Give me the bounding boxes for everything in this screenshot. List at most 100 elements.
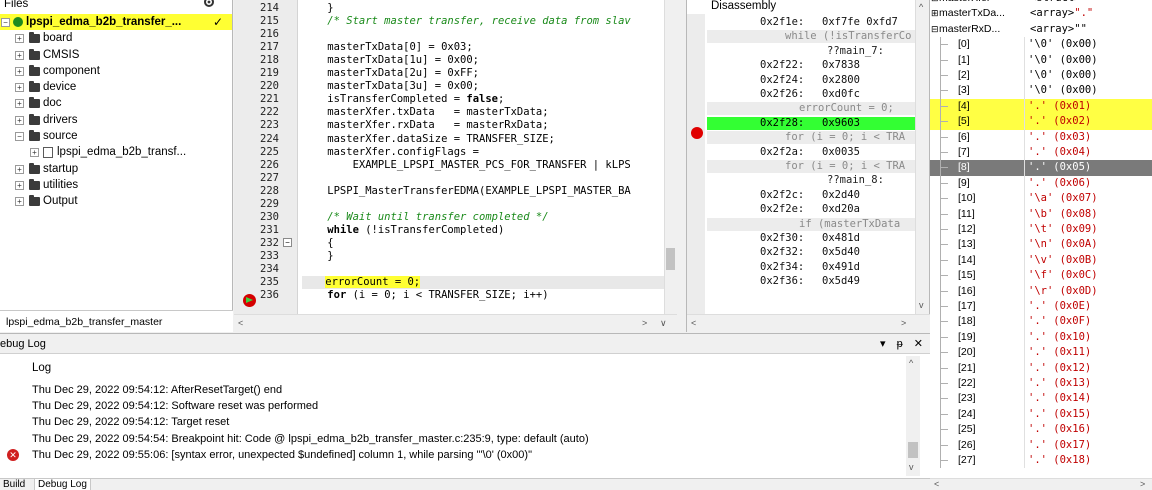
breakpoint-icon[interactable] xyxy=(691,127,703,139)
watch-array-element[interactable]: [13] '\n' (0x0A) xyxy=(930,237,1152,253)
expand-icon[interactable]: + xyxy=(15,115,24,125)
code-line[interactable]: masterXfer.dataSize = TRANSFER_SIZE; xyxy=(302,133,555,146)
code-line[interactable]: masterTxData[0] = 0x03; xyxy=(302,41,472,54)
tree-item-project[interactable]: − lpspi_edma_b2b_transfer_... ✓ xyxy=(0,14,232,31)
scroll-right-icon[interactable]: > xyxy=(642,318,647,328)
disassembly-row[interactable]: 0x2f26: 0xd0fc xyxy=(707,88,915,101)
watch-array-element[interactable]: [24] '.' (0x15) xyxy=(930,406,1152,423)
code-line[interactable]: masterTxData[2u] = 0xFF; xyxy=(302,67,479,80)
expand-icon[interactable]: + xyxy=(15,180,24,190)
disassembly-row[interactable]: 0x2f2a: 0x0035 xyxy=(707,146,915,159)
code-line[interactable]: } xyxy=(302,2,333,15)
code-line[interactable]: { xyxy=(302,237,333,250)
code-line[interactable]: masterXfer.configFlags = xyxy=(302,146,479,159)
code-line[interactable]: masterXfer.txData = masterTxData; xyxy=(302,106,548,119)
tree-item-source-file[interactable]: + lpspi_edma_b2b_transf... xyxy=(0,144,232,160)
scroll-left-icon[interactable]: < xyxy=(691,318,696,328)
watch-horizontal-scrollbar[interactable]: < > xyxy=(930,478,1152,490)
watch-array-element[interactable]: [11] '\b' (0x08) xyxy=(930,206,1152,222)
line-number-gutter[interactable]: 214 215 216 217 218 219 220 221 222 223 224 225 226 2… xyxy=(234,0,298,314)
scroll-up-icon[interactable]: ^ xyxy=(909,358,913,368)
watch-array-element[interactable]: [2] '\0' (0x00) xyxy=(930,68,1152,84)
tree-item-startup[interactable]: + startup xyxy=(0,161,232,177)
watch-array-element[interactable]: [22] '.' (0x13) xyxy=(930,376,1152,392)
code-line[interactable]: } xyxy=(302,250,333,263)
disassembly-row[interactable]: 0x2f34: 0x491d xyxy=(707,261,915,274)
disassembly-horizontal-scrollbar[interactable]: < > xyxy=(687,314,931,332)
scroll-down-icon[interactable]: v xyxy=(909,462,914,472)
tree-item-doc[interactable]: + doc xyxy=(0,95,232,111)
disassembly-row[interactable]: 0x2f30: 0x481d xyxy=(707,232,915,245)
watch-array-element[interactable]: [20] '.' (0x11) xyxy=(930,345,1152,361)
tree-item-utilities[interactable]: + utilities xyxy=(0,177,232,193)
code-line[interactable]: /* Wait until transfer completed */ xyxy=(302,211,548,224)
code-line[interactable]: /* Start master transfer, receive data f… xyxy=(302,15,630,28)
watch-array-element[interactable]: [26] '.' (0x17) xyxy=(930,437,1152,453)
editor-scroll-thumb[interactable] xyxy=(666,248,675,270)
expand-icon[interactable]: + xyxy=(15,197,24,207)
watch-array-element[interactable]: [7] '.' (0x04) xyxy=(930,145,1152,161)
code-line[interactable]: LPSPI_MasterTransferEDMA(EXAMPLE_LPSPI_M… xyxy=(302,185,630,198)
code-area[interactable]: } /* Start master transfer, receive data… xyxy=(302,0,664,314)
expand-icon[interactable]: + xyxy=(15,83,24,93)
watch-array-element[interactable]: [19] '.' (0x10) xyxy=(930,329,1152,346)
expand-icon[interactable]: + xyxy=(30,148,39,158)
pane-window-buttons[interactable]: ▾ ᵽ ✕ xyxy=(880,337,927,350)
disassembly-vertical-scrollbar[interactable]: ^ v xyxy=(915,0,929,314)
expand-icon[interactable]: ⊞ xyxy=(931,6,939,21)
disassembly-row[interactable]: for (i = 0; i < TRA xyxy=(707,160,915,173)
scroll-up-icon[interactable]: ^ xyxy=(919,2,923,12)
watch-array-element[interactable]: [25] '.' (0x16) xyxy=(930,422,1152,438)
scroll-left-icon[interactable]: < xyxy=(934,479,939,489)
scroll-right-icon[interactable]: > xyxy=(901,318,906,328)
code-editor[interactable]: 214 215 216 217 218 219 220 221 222 223 224 225 226 2… xyxy=(234,0,677,332)
watch-array-element[interactable]: [8] '.' (0x05) xyxy=(930,160,1152,176)
tree-item-source[interactable]: − source xyxy=(0,128,232,144)
watch-variable[interactable]: ⊟ masterRxD... <array>"" xyxy=(930,22,1152,37)
expand-icon[interactable]: + xyxy=(15,34,24,44)
code-line[interactable]: masterTxData[1u] = 0x00; xyxy=(302,54,479,67)
disassembly-row[interactable]: 0x2f22: 0x7838 xyxy=(707,59,915,72)
code-line[interactable]: isTransferCompleted = false; xyxy=(302,93,504,106)
watch-array-element[interactable]: [9] '.' (0x06) xyxy=(930,175,1152,192)
fold-toggle-icon[interactable]: − xyxy=(283,237,292,247)
tab-debug-log[interactable]: Debug Log xyxy=(34,479,91,490)
watch-array-element[interactable]: [18] '.' (0x0F) xyxy=(930,314,1152,330)
collapse-icon[interactable]: − xyxy=(1,18,10,27)
disassembly-row[interactable]: for (i = 0; i < TRA xyxy=(707,131,915,145)
disassembly-row[interactable]: 0x2f24: 0x2800 xyxy=(707,74,915,87)
watch-array-element[interactable]: [4] '.' (0x01) xyxy=(930,98,1152,115)
tree-item-output[interactable]: + Output xyxy=(0,193,232,209)
disassembly-row[interactable]: 0x2f32: 0x5d40 xyxy=(707,246,915,259)
disassembly-gutter[interactable] xyxy=(687,14,705,314)
expand-icon[interactable]: ⊞ xyxy=(931,0,939,6)
tree-item-board[interactable]: + board xyxy=(0,30,232,46)
log-scroll-thumb[interactable] xyxy=(908,442,918,458)
disassembly-row[interactable]: 0x2f2c: 0x2d40 xyxy=(707,189,915,202)
workspace-tab[interactable]: lpspi_edma_b2b_transfer_master xyxy=(0,310,233,332)
expand-icon[interactable]: + xyxy=(15,99,24,109)
log-vertical-scrollbar[interactable]: ^ v xyxy=(906,356,920,476)
watch-array-element[interactable]: [1] '\0' (0x00) xyxy=(930,52,1152,68)
watch-array-element[interactable]: [16] '\r' (0x0D) xyxy=(930,283,1152,299)
expand-icon[interactable]: + xyxy=(15,66,24,76)
gear-icon[interactable] xyxy=(203,0,215,8)
expand-icon[interactable]: + xyxy=(15,164,24,174)
code-line[interactable]: masterTxData[3u] = 0x00; xyxy=(302,80,479,93)
editor-horizontal-scrollbar[interactable]: < > ∨ xyxy=(234,314,677,332)
watch-array-element[interactable]: [15] '\f' (0x0C) xyxy=(930,268,1152,284)
watch-array-element[interactable]: [6] '.' (0x03) xyxy=(930,129,1152,145)
disassembly-row[interactable]: errorCount = 0; xyxy=(707,102,915,116)
scroll-right-icon[interactable]: > xyxy=(1140,479,1145,489)
tree-item-drivers[interactable]: + drivers xyxy=(0,112,232,128)
disassembly-row[interactable]: 0x2f2e: 0xd20a xyxy=(707,203,915,216)
watch-array-element[interactable]: [3] '\0' (0x00) xyxy=(930,83,1152,99)
watch-variable[interactable]: ⊞ masterTxDa... <array>"." xyxy=(930,6,1152,21)
code-line[interactable]: while (!isTransferCompleted) xyxy=(302,224,504,237)
disassembly-row[interactable]: 0x2f1e: 0xf7fe 0xfd7 xyxy=(707,16,915,29)
watch-array-element[interactable]: [23] '.' (0x14) xyxy=(930,391,1152,407)
code-line[interactable]: for (i = 0; i < TRANSFER_SIZE; i++) xyxy=(302,289,548,302)
code-line[interactable]: masterXfer.rxData = masterRxData; xyxy=(302,119,548,132)
watch-array-element[interactable]: [10] '\a' (0x07) xyxy=(930,191,1152,207)
watch-array-element[interactable]: [17] '.' (0x0E) xyxy=(930,299,1152,315)
